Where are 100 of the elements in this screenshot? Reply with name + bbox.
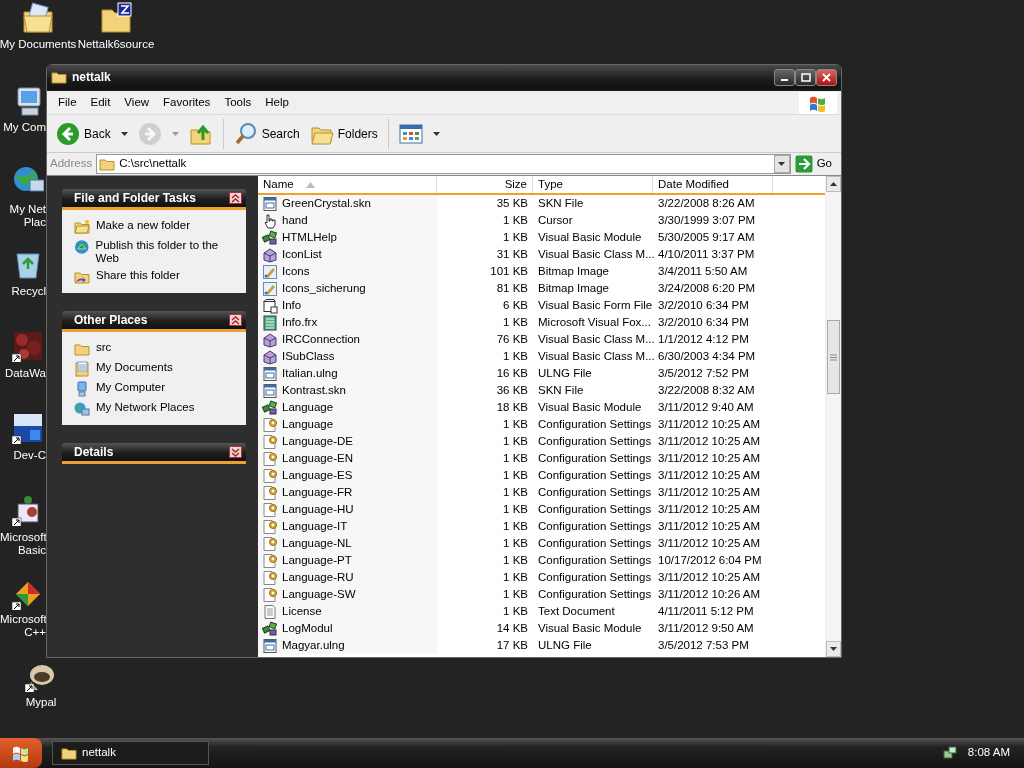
collapse-button[interactable] <box>229 192 242 204</box>
task-link[interactable]: Make a new folder <box>96 219 190 232</box>
network-tray-icon[interactable] <box>941 745 958 761</box>
pane-header[interactable]: File and Folder Tasks <box>62 189 246 210</box>
task-link[interactable]: src <box>96 341 112 354</box>
table-cell-text: 1/1/2012 4:12 PM <box>657 332 750 347</box>
menu-item[interactable]: Tools <box>217 93 259 112</box>
table-cell-text: 17 KB <box>495 638 529 653</box>
caret-icon <box>432 132 440 137</box>
search-button[interactable]: Search <box>230 119 303 148</box>
column-header[interactable]: Date Modified <box>653 176 773 194</box>
table-cell-text: 3/11/2012 9:50 AM <box>657 621 755 636</box>
data-file-icon <box>262 314 278 331</box>
scroll-down-button[interactable] <box>826 641 841 657</box>
table-cell-text: Configuration Settings <box>537 468 653 483</box>
task-link[interactable]: My Documents <box>96 361 173 374</box>
desktop-icon-label[interactable]: Dev-C <box>0 449 46 462</box>
go-button[interactable]: Go <box>794 155 838 173</box>
compressed-folder-icon[interactable] <box>100 2 132 34</box>
taskbar-button[interactable]: nettalk <box>52 741 209 765</box>
module-icon <box>262 620 278 637</box>
image-file-icon <box>262 280 278 297</box>
task-link[interactable]: My Network Places <box>96 401 195 414</box>
pane-header[interactable]: Other Places <box>62 311 246 332</box>
desktop-icon-label[interactable]: Nettalk6source <box>77 38 155 51</box>
folders-button[interactable]: Folders <box>306 119 381 148</box>
app-icon[interactable] <box>12 330 44 362</box>
column-header[interactable]: Name <box>258 176 437 194</box>
desktop-icon-label[interactable]: Recycl <box>0 285 46 298</box>
file-name[interactable]: Info <box>282 297 302 315</box>
table-cell-text: 1 KB <box>502 587 529 602</box>
menu-item[interactable]: Edit <box>83 93 118 112</box>
table-cell-text: Visual Basic Class M... <box>537 349 653 364</box>
collapse-button[interactable] <box>229 314 242 326</box>
table-cell-text: 1 KB <box>502 519 529 534</box>
desktop-icon-label[interactable]: DataWa <box>0 367 46 380</box>
desktop-icon-label[interactable]: My Com <box>0 121 46 134</box>
task-link[interactable]: Share this folder <box>96 269 180 282</box>
table-cell-text: 3/11/2012 10:25 AM <box>657 519 762 534</box>
menu-item[interactable]: View <box>117 93 157 112</box>
documents-icon <box>74 361 90 377</box>
table-cell-text: 3/22/2008 8:32 AM <box>657 383 756 398</box>
menu-item[interactable]: Help <box>258 93 296 112</box>
scroll-thumb[interactable] <box>827 320 840 394</box>
windows-logo-icon <box>11 744 31 762</box>
documents-icon[interactable] <box>22 2 54 34</box>
table-cell-text: 18 KB <box>495 400 529 415</box>
module-icon <box>262 229 278 246</box>
desktop-icon-label[interactable]: Microsoft C++ <box>0 613 46 639</box>
image-file-icon <box>262 263 278 280</box>
scroll-up-button[interactable] <box>826 176 841 192</box>
menu-item[interactable]: File <box>51 93 84 112</box>
address-field[interactable]: C:\src\nettalk <box>96 154 791 174</box>
desktop-icon-label[interactable]: Mypal <box>25 696 57 709</box>
app-icon[interactable] <box>12 412 44 444</box>
desktop-icon-label[interactable]: My Net Plac <box>0 203 46 229</box>
table-cell-text: 6 KB <box>502 298 529 313</box>
pane-header[interactable]: Details <box>62 443 246 464</box>
task-link[interactable]: Publish this folder to the Web <box>95 239 240 265</box>
column-header[interactable]: Type <box>533 176 653 194</box>
table-cell-text: 4/10/2011 3:37 PM <box>657 247 756 262</box>
start-button[interactable] <box>0 738 42 768</box>
chevron-icon <box>231 315 240 325</box>
table-cell-text: Configuration Settings <box>537 519 653 534</box>
table-cell-text: Cursor <box>537 213 574 228</box>
table-cell-text: 1 KB <box>502 485 529 500</box>
column-header[interactable]: Size <box>437 176 533 194</box>
views-icon <box>398 122 423 145</box>
table-cell-text: 1 KB <box>502 315 529 330</box>
file-name[interactable]: Icons <box>282 263 310 281</box>
menu-item[interactable]: Favorites <box>156 93 218 112</box>
table-cell-text: 16 KB <box>495 366 529 381</box>
table-cell-text: 1 KB <box>502 536 529 551</box>
table-cell-text: SKN File <box>537 196 585 211</box>
table-cell-text: 3/24/2008 6:20 PM <box>657 281 757 296</box>
table-cell-text: ULNG File <box>537 638 593 653</box>
caret-icon <box>120 132 128 137</box>
table-cell-text: 3/30/1999 3:07 PM <box>657 213 757 228</box>
expand-button[interactable] <box>229 446 242 458</box>
desktop-icon-label[interactable]: My Documents <box>0 38 77 51</box>
task-link[interactable]: My Computer <box>96 381 166 394</box>
desktop-icon-label[interactable]: Microsoft Basic <box>0 531 46 557</box>
back-button[interactable]: Back <box>53 119 131 148</box>
table-cell-text: Configuration Settings <box>537 587 653 602</box>
table-cell-text: Visual Basic Form File <box>537 298 653 313</box>
file-name[interactable]: hand <box>282 212 308 230</box>
down-arrow-icon <box>830 647 837 651</box>
network-icon <box>74 401 90 417</box>
dropdown-button[interactable] <box>773 155 790 173</box>
pane-title: Other Places <box>74 312 148 329</box>
close-button[interactable] <box>816 68 837 86</box>
caret-icon <box>778 162 786 166</box>
scrollbar[interactable] <box>825 176 841 657</box>
table-cell-text: 1 KB <box>502 604 529 619</box>
table-cell-text: Configuration Settings <box>537 485 653 500</box>
table-cell-text: 3/11/2012 9:40 AM <box>657 400 755 415</box>
maximize-button[interactable] <box>795 68 816 86</box>
table-cell-text: 6/30/2003 4:34 PM <box>657 349 757 364</box>
module-icon <box>262 399 278 416</box>
minimize-button[interactable] <box>774 68 795 86</box>
